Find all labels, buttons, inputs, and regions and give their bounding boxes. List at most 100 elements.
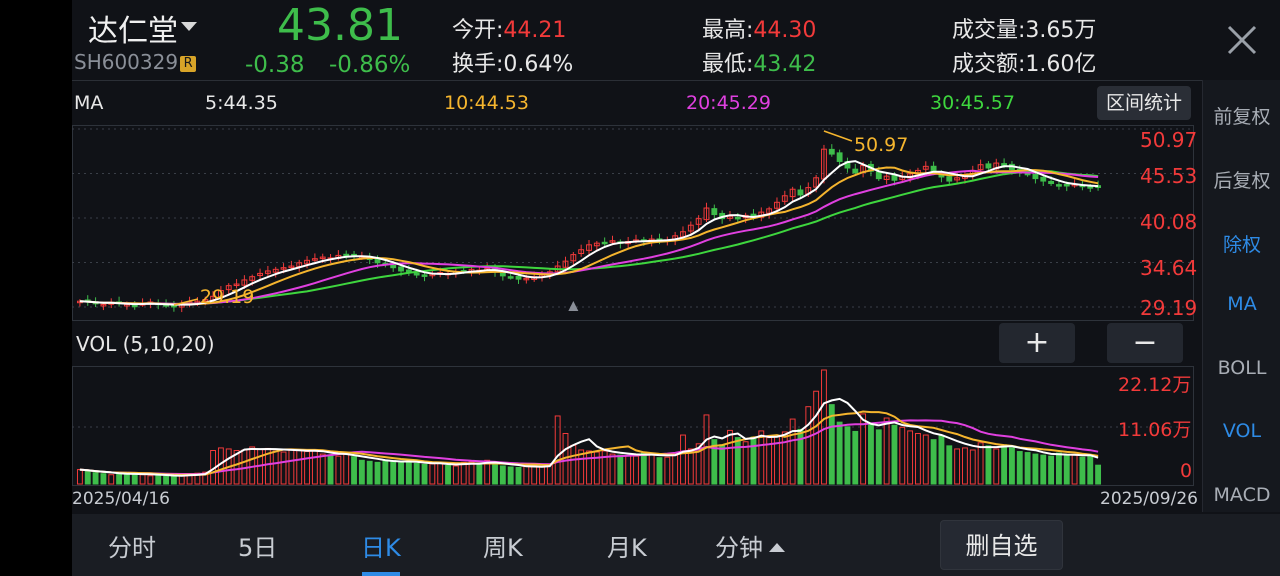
volume-bar [319, 453, 326, 485]
volume-bar [891, 424, 898, 485]
tab-weekly-k[interactable]: 周K [483, 528, 523, 563]
volume-bar [609, 453, 616, 485]
volume-bar [1063, 454, 1070, 485]
side-item-backward-adjust[interactable]: 后复权 [1203, 166, 1280, 193]
volume-bar [648, 453, 655, 485]
event-marker-icon[interactable] [568, 301, 579, 311]
candle-body [398, 266, 404, 272]
volume-bar [977, 442, 984, 485]
volume-bar [84, 470, 91, 485]
ma20-line [79, 169, 1099, 305]
ma10-value: 10:44.53 [444, 92, 529, 114]
zoom-out-button[interactable]: − [1107, 323, 1183, 363]
volume-bar [570, 444, 577, 485]
low-marker-label: 29.19 [200, 286, 254, 308]
volume-bar [954, 448, 961, 485]
volume-bar [249, 446, 256, 485]
price-axis-label-1: 50.97 [1140, 128, 1198, 152]
side-item-macd[interactable]: MACD [1203, 484, 1280, 506]
open-label: 今开: [452, 18, 504, 43]
volume-bar [789, 418, 796, 485]
volume-bar [680, 434, 686, 485]
side-item-ex-rights[interactable]: 除权 [1203, 230, 1280, 257]
volume-bar [719, 444, 726, 485]
stock-name-dropdown[interactable]: 达仁堂 [88, 6, 197, 50]
tab-daily-k[interactable]: 日K [361, 528, 401, 563]
volume-axis-max: 22.12万 [1118, 374, 1192, 396]
volume-bar [429, 463, 436, 485]
volume-bar [625, 455, 632, 485]
volume-bar [742, 441, 749, 485]
range-stats-button[interactable]: 区间统计 [1097, 86, 1191, 120]
candle-body [601, 241, 608, 245]
candle-body [930, 165, 937, 172]
candle-body [1001, 163, 1008, 167]
tab-monthly-k[interactable]: 月K [607, 528, 647, 563]
ma10-line [79, 166, 1099, 306]
active-tab-indicator [362, 572, 400, 576]
side-item-boll[interactable]: BOLL [1203, 357, 1280, 379]
volume-bar [836, 421, 843, 485]
volume-bar [1055, 452, 1062, 485]
volume-bar [413, 462, 420, 485]
low-price: 最低:43.42 [702, 46, 816, 78]
volume-axis-zero: 0 [1180, 460, 1193, 482]
high-marker-line [823, 130, 853, 142]
tab-intraday[interactable]: 分时 [108, 528, 156, 563]
zoom-in-button[interactable]: + [999, 323, 1075, 363]
ma5-line [79, 160, 1099, 306]
volume-bar [938, 435, 945, 485]
price-axis-label-5: 29.19 [1140, 296, 1198, 320]
low-value: 43.42 [753, 52, 817, 77]
tab-5day[interactable]: 5日 [238, 528, 277, 563]
volume-bar [108, 474, 115, 485]
volume-bar [781, 431, 788, 485]
volume-chart[interactable] [72, 366, 1194, 486]
volume-bar [844, 426, 851, 485]
candle-body [828, 148, 835, 155]
volume-value: 3.65万 [1025, 18, 1097, 43]
volume-bar [946, 445, 953, 485]
volume-bar [116, 473, 123, 485]
volume-stat: 成交量:3.65万 [952, 12, 1096, 44]
volume-bar [656, 457, 663, 485]
volume-bar [687, 448, 694, 485]
volume-bar [727, 429, 733, 485]
volume-bar [969, 449, 976, 485]
close-icon-svg [1227, 25, 1257, 55]
price-change: -0.38 [245, 52, 305, 78]
volume-bar [515, 467, 522, 485]
candle-body [711, 208, 718, 216]
close-icon[interactable] [1224, 22, 1260, 58]
volume-bar [734, 437, 741, 485]
candle-body [852, 168, 859, 174]
volume-bar [92, 472, 99, 485]
volume-bar [499, 465, 506, 485]
volume-bar [1032, 453, 1039, 485]
volume-bar [374, 461, 381, 485]
volume-bar [1016, 451, 1023, 485]
kline-chart[interactable]: 50.97 29.19 [72, 125, 1194, 321]
price-change-pct: -0.86% [329, 52, 411, 78]
volume-bar [163, 475, 169, 485]
side-item-forward-adjust[interactable]: 前复权 [1203, 102, 1280, 129]
volume-bar [304, 451, 310, 485]
indicator-side-menu: 前复权 后复权 除权 MA BOLL VOL MACD [1202, 80, 1280, 512]
volume-bar [813, 390, 820, 485]
high-price: 最高:44.30 [702, 12, 816, 44]
volume-bar [327, 454, 334, 485]
rzrq-badge: R [180, 56, 197, 72]
volume-bar [421, 463, 428, 485]
amount-stat: 成交额:1.60亿 [952, 46, 1096, 78]
candle-body [421, 274, 428, 277]
side-item-vol[interactable]: VOL [1203, 420, 1280, 442]
remove-watchlist-button[interactable]: 删自选 [940, 520, 1063, 570]
turnover-value: 0.64% [503, 52, 574, 77]
tab-minute[interactable]: 分钟 [715, 528, 785, 563]
volume-bar [1024, 452, 1031, 485]
vol-ma5-line [79, 397, 1099, 477]
volume-bar [296, 450, 303, 485]
side-item-ma[interactable]: MA [1203, 293, 1280, 315]
volume-bar [539, 466, 545, 485]
candle-body [131, 304, 138, 308]
